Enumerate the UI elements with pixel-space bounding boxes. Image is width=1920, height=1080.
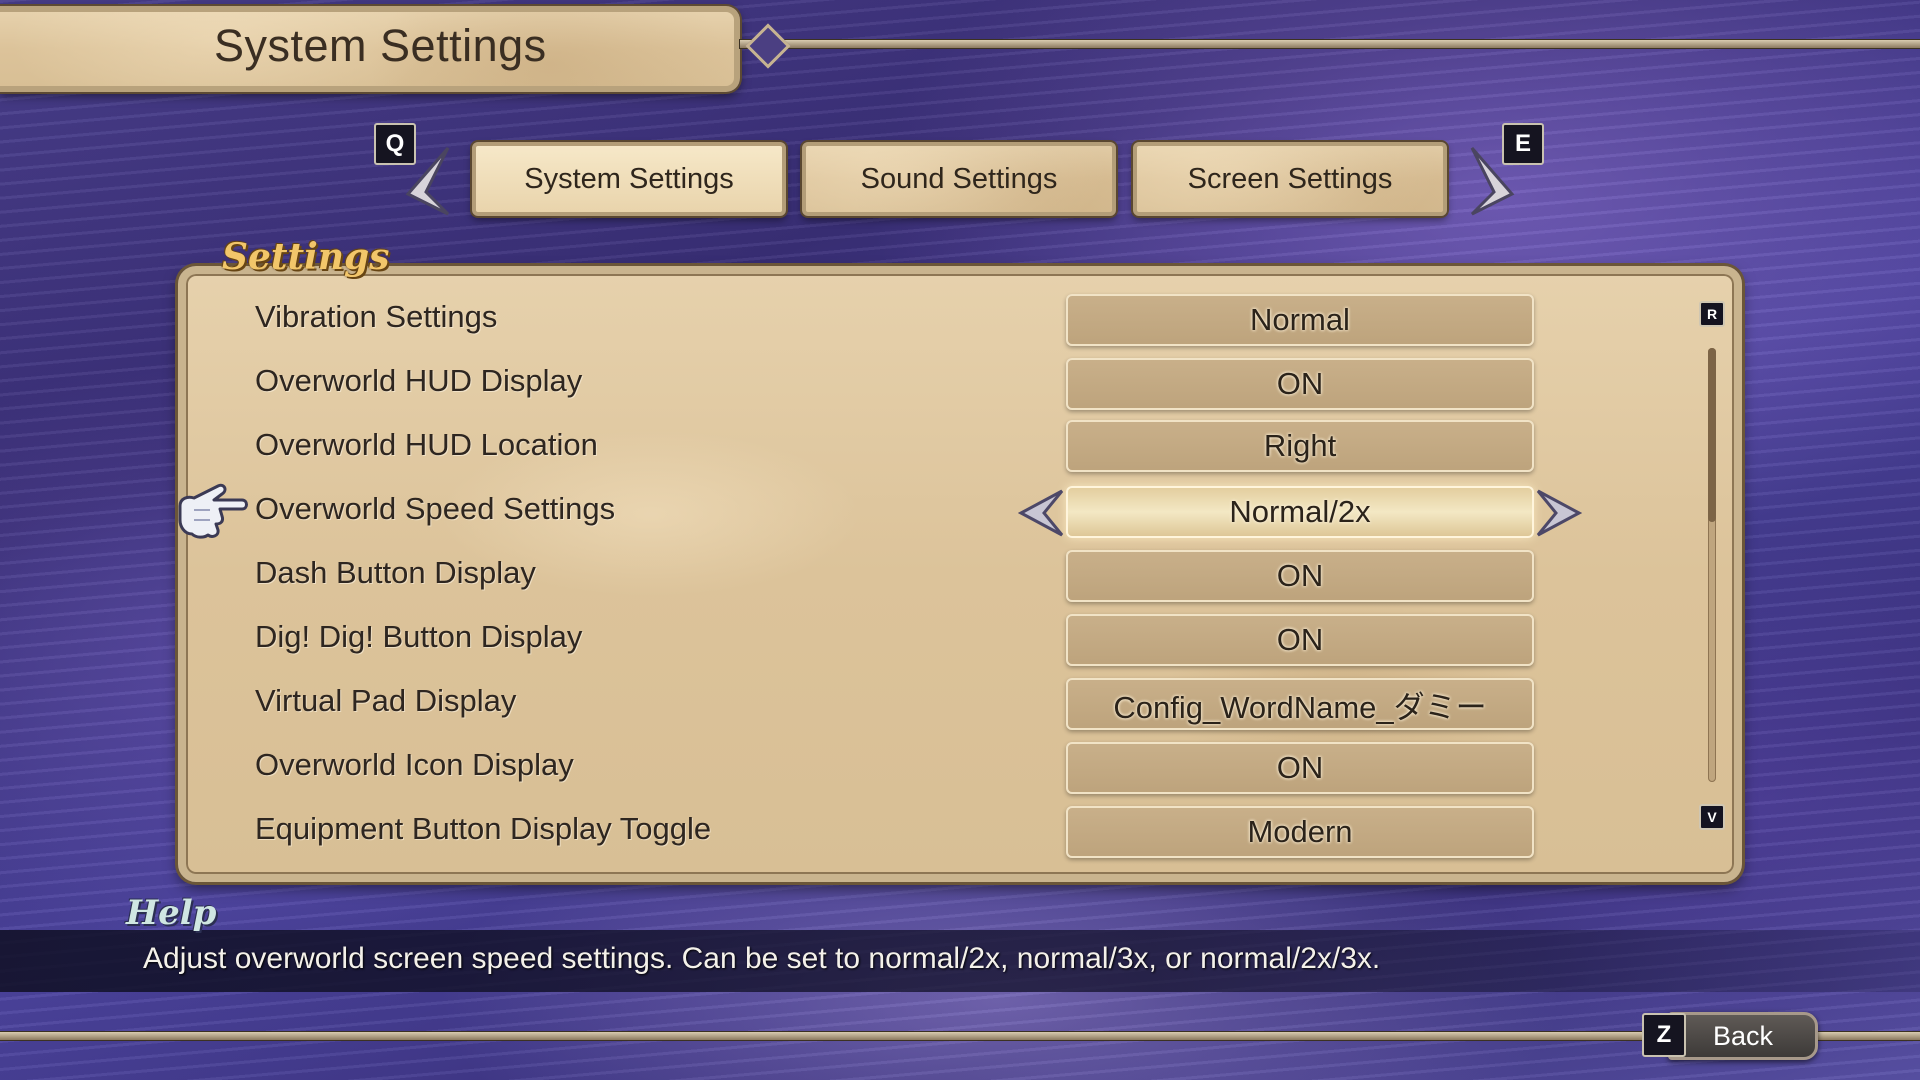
settings-heading: Settings [222, 236, 390, 278]
scroll-up-key[interactable]: R [1699, 301, 1725, 327]
setting-label-equipment-toggle[interactable]: Equipment Button Display Toggle [255, 811, 711, 847]
chevron-left-icon[interactable] [1018, 488, 1064, 538]
scroll-down-key[interactable]: V [1699, 804, 1725, 830]
setting-value-hud-display[interactable]: ON [1066, 358, 1534, 410]
setting-label-vibration[interactable]: Vibration Settings [255, 299, 497, 335]
next-tab-key[interactable]: E [1502, 123, 1544, 165]
setting-label-dash-button[interactable]: Dash Button Display [255, 555, 536, 591]
setting-value-overworld-speed[interactable]: Normal/2x [1066, 486, 1534, 538]
setting-label-hud-display[interactable]: Overworld HUD Display [255, 363, 582, 399]
back-key[interactable]: Z [1642, 1013, 1686, 1057]
title-ornament [745, 23, 791, 69]
tab-system-settings[interactable]: System Settings [472, 142, 786, 216]
page-title: System Settings [214, 20, 547, 71]
back-button[interactable]: Back [1668, 1012, 1818, 1060]
chevron-right-icon[interactable] [1536, 488, 1582, 538]
help-text: Adjust overworld screen speed settings. … [143, 942, 1381, 975]
setting-label-icon-display[interactable]: Overworld Icon Display [255, 747, 574, 783]
setting-value-dig-button[interactable]: ON [1066, 614, 1534, 666]
setting-value-vibration[interactable]: Normal [1066, 294, 1534, 346]
help-title: Help [126, 893, 217, 933]
setting-label-overworld-speed[interactable]: Overworld Speed Settings [255, 491, 615, 527]
pointing-hand-icon [178, 483, 248, 539]
setting-value-equipment-toggle[interactable]: Modern [1066, 806, 1534, 858]
setting-label-dig-button[interactable]: Dig! Dig! Button Display [255, 619, 582, 655]
tab-sound-settings[interactable]: Sound Settings [802, 142, 1116, 216]
setting-value-dash-button[interactable]: ON [1066, 550, 1534, 602]
scroll-thumb[interactable] [1708, 348, 1716, 522]
setting-label-virtual-pad[interactable]: Virtual Pad Display [255, 683, 516, 719]
footer-rail [0, 1032, 1920, 1040]
setting-value-icon-display[interactable]: ON [1066, 742, 1534, 794]
tab-screen-settings[interactable]: Screen Settings [1133, 142, 1447, 216]
chevron-left-icon[interactable] [404, 146, 450, 216]
setting-label-hud-location[interactable]: Overworld HUD Location [255, 427, 598, 463]
title-rail [740, 40, 1920, 48]
setting-value-hud-location[interactable]: Right [1066, 420, 1534, 472]
setting-value-virtual-pad[interactable]: Config_WordName_ダミー [1066, 678, 1534, 730]
